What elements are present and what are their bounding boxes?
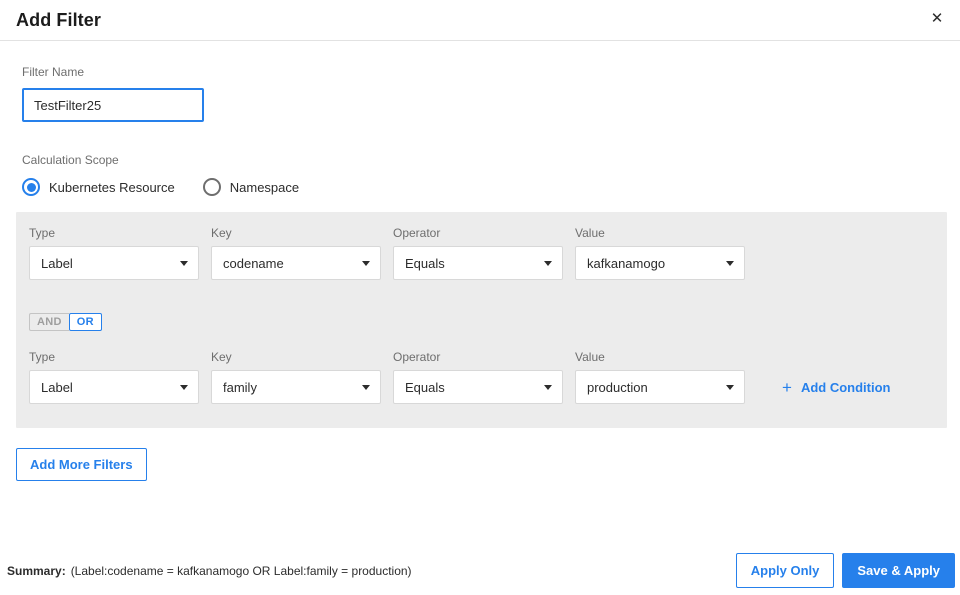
page-title: Add Filter	[16, 9, 101, 30]
dialog-header: Add Filter ✕	[0, 0, 960, 41]
plus-icon: +	[782, 377, 792, 397]
chevron-down-icon	[180, 384, 188, 390]
type-label: Type	[29, 226, 56, 240]
key-label: Key	[211, 226, 232, 240]
calculation-scope-label: Calculation Scope	[22, 153, 119, 167]
chevron-down-icon	[726, 260, 734, 266]
key-dropdown[interactable]: codename	[211, 246, 381, 280]
radio-label: Namespace	[229, 179, 300, 195]
operator-label: Operator	[393, 226, 441, 240]
radio-unselected-icon[interactable]	[202, 178, 221, 196]
operator-dropdown[interactable]: Equals	[393, 370, 563, 404]
condition-key-field: Key family	[211, 350, 381, 404]
dialog-content: Filter Name Calculation Scope Kubernetes…	[0, 65, 960, 481]
logic-toggle: AND OR	[29, 313, 934, 331]
close-icon[interactable]: ✕	[926, 7, 948, 29]
value-dropdown[interactable]: kafkanamogo	[575, 246, 745, 280]
type-dropdown[interactable]: Label	[29, 370, 199, 404]
filter-name-label: Filter Name	[22, 65, 85, 79]
conditions-panel: Type Label Key codename Operator Equals …	[16, 212, 947, 428]
value-label: Value	[575, 350, 605, 364]
type-dropdown[interactable]: Label	[29, 246, 199, 280]
save-and-apply-button[interactable]: Save & Apply	[842, 553, 955, 588]
chevron-down-icon	[544, 384, 552, 390]
key-label: Key	[211, 350, 232, 364]
chevron-down-icon	[544, 260, 552, 266]
summary-label: Summary:	[7, 563, 66, 578]
and-toggle-button[interactable]: AND	[29, 313, 69, 331]
filter-summary: Summary: (Label:codename = kafkanamogo OR…	[7, 564, 736, 578]
condition-key-field: Key codename	[211, 226, 381, 280]
radio-namespace[interactable]: Namespace	[202, 178, 300, 196]
chevron-down-icon	[362, 384, 370, 390]
radio-selected-icon[interactable]	[22, 178, 40, 196]
type-label: Type	[29, 350, 56, 364]
condition-operator-field: Operator Equals	[393, 226, 563, 280]
condition-value-field: Value kafkanamogo	[575, 226, 745, 280]
key-dropdown[interactable]: family	[211, 370, 381, 404]
dialog-footer: Summary: (Label:codename = kafkanamogo OR…	[0, 553, 960, 588]
add-filter-dialog: Add Filter ✕ Filter Name Calculation Sco…	[0, 0, 960, 588]
value-label: Value	[575, 226, 605, 240]
operator-dropdown[interactable]: Equals	[393, 246, 563, 280]
or-toggle-button[interactable]: OR	[68, 313, 102, 331]
add-more-filters-button[interactable]: Add More Filters	[16, 448, 147, 481]
condition-type-field: Type Label	[29, 350, 199, 404]
radio-label: Kubernetes Resource	[49, 179, 175, 195]
condition-operator-field: Operator Equals	[393, 350, 563, 404]
radio-kubernetes-resource[interactable]: Kubernetes Resource	[22, 178, 175, 196]
chevron-down-icon	[180, 260, 188, 266]
chevron-down-icon	[726, 384, 734, 390]
filter-name-input[interactable]	[22, 88, 204, 122]
condition-row-2: Type Label Key family Operator Equals Va…	[29, 350, 934, 404]
summary-text: (Label:codename = kafkanamogo OR Label:f…	[70, 563, 412, 578]
chevron-down-icon	[362, 260, 370, 266]
condition-row-1: Type Label Key codename Operator Equals …	[29, 226, 934, 280]
add-condition-button[interactable]: + Add Condition	[782, 370, 890, 404]
condition-value-field: Value production	[575, 350, 745, 404]
value-dropdown[interactable]: production	[575, 370, 745, 404]
calculation-scope-radio-group: Kubernetes Resource Namespace	[22, 177, 960, 197]
operator-label: Operator	[393, 350, 441, 364]
apply-only-button[interactable]: Apply Only	[735, 553, 835, 588]
condition-type-field: Type Label	[29, 226, 199, 280]
